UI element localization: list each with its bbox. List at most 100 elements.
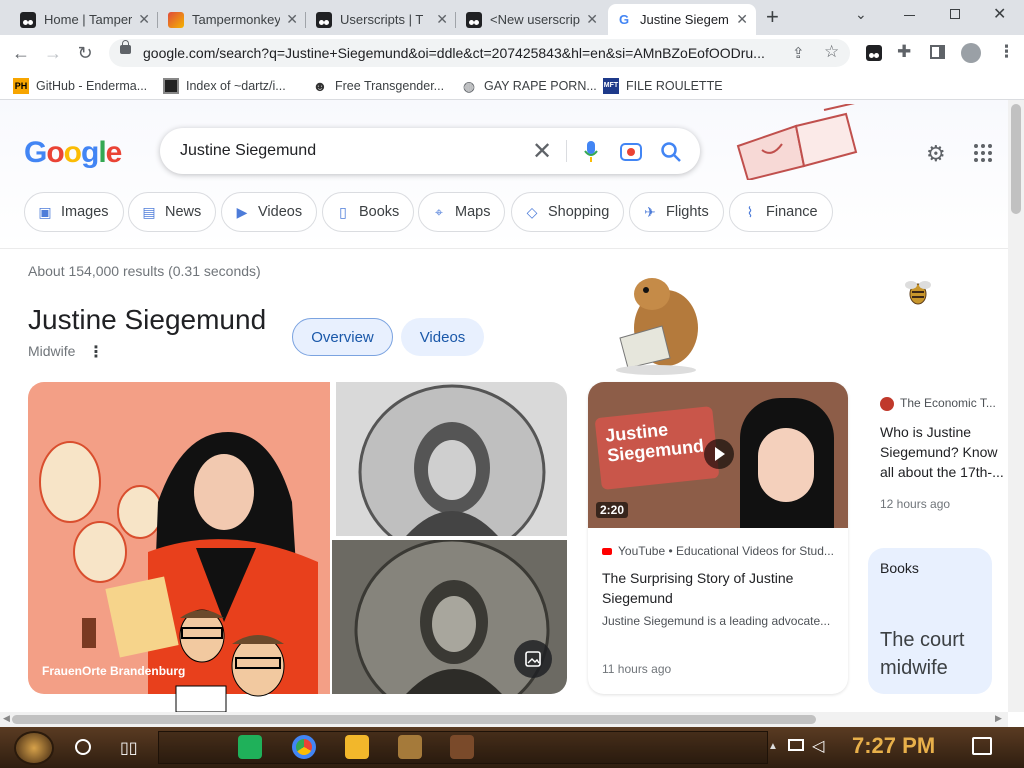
taskbar-clock[interactable]: 7:27 PM [852,733,935,759]
close-tab-icon[interactable]: ✕ [736,11,748,28]
bookmark-star-icon[interactable]: ☆ [824,42,839,62]
scrollbar-thumb[interactable] [1011,104,1021,214]
page-horizontal-scrollbar[interactable]: ◀ ▶ [0,712,1008,727]
map-pin-icon: ⌖ [435,204,443,220]
tab-videos[interactable]: Videos [401,318,484,356]
volume-muted-icon[interactable]: ◁ [812,736,824,756]
bookmark-file-roulette[interactable]: MFT FILE ROULETTE [603,76,723,96]
forward-button[interactable]: → [40,40,66,66]
books-card[interactable]: Books The court midwife [868,548,992,694]
settings-gear-icon[interactable]: ⚙ [926,141,950,166]
start-button[interactable] [14,731,54,765]
close-tab-icon[interactable]: ✕ [586,11,598,28]
video-title[interactable]: The Surprising Story of Justine Siegemun… [602,568,836,608]
minimize-button[interactable] [904,15,915,16]
tab-home-tampermonkey[interactable]: Home | Tamper ✕ [12,4,158,35]
image-search-button[interactable] [514,640,552,678]
pinned-app-icon[interactable] [450,735,474,759]
task-view-icon[interactable]: ▯▯ [120,738,138,758]
video-thumbnail[interactable]: Justine Siegemund 2:20 [588,382,848,528]
tab-userscripts[interactable]: Userscripts | T ✕ [308,4,456,35]
address-bar[interactable]: google.com/search?q=Justine+Siegemund&oi… [109,39,850,67]
google-apps-grid-icon[interactable] [974,144,992,162]
filter-chip-flights[interactable]: ✈ Flights [629,192,724,232]
image-icon [525,651,541,667]
extensions-puzzle-icon[interactable]: ✚ [897,42,911,62]
lock-icon[interactable] [120,40,131,54]
books-heading: Books [880,560,919,576]
video-icon: ▶ [236,204,248,220]
show-hidden-icons-icon[interactable]: ▲ [768,741,778,752]
back-button[interactable]: ← [8,40,34,66]
tab-overview[interactable]: Overview [292,318,393,356]
voice-search-icon[interactable] [584,141,598,163]
google-icon: G [616,11,632,28]
reload-button[interactable]: ↻ [72,40,98,66]
filter-chip-maps[interactable]: ⌖ Maps [418,192,506,232]
close-tab-icon[interactable]: ✕ [286,11,298,28]
new-tab-button[interactable]: + [766,4,779,30]
bookmark-index-dartz[interactable]: Index of ~dartz/i... [163,76,286,96]
news-result-card[interactable]: The Economic T... Who is Justine Siegemu… [868,382,1008,526]
chrome-app-icon[interactable] [292,735,316,759]
bookmark-gay-rape-porn[interactable]: ◍ GAY RAPE PORN... [461,76,597,96]
book-title[interactable]: The court midwife [880,626,990,682]
network-icon[interactable] [788,739,804,751]
video-timestamp: 11 hours ago [602,662,672,676]
filter-chip-images[interactable]: ▣ Images [24,192,124,232]
search-box[interactable]: Justine Siegemund ✕ [160,128,700,174]
play-icon[interactable] [704,439,734,469]
engraving-portrait-top[interactable] [336,382,567,536]
news-title[interactable]: Who is Justine Siegemund? Know all about… [880,422,1008,482]
page-vertical-scrollbar[interactable] [1008,100,1024,712]
search-icon[interactable] [660,141,682,163]
scroll-left-arrow-icon[interactable]: ◀ [3,713,10,724]
filter-chip-books[interactable]: ▯ Books [322,192,415,232]
filter-chip-videos[interactable]: ▶ Videos [221,192,318,232]
file-explorer-icon[interactable] [345,735,369,759]
tampermonkey-icon [20,11,36,28]
filter-chip-finance[interactable]: ⌇ Finance [729,192,833,232]
sheets-app-icon[interactable] [238,735,262,759]
bee-sticker-illustration [905,281,931,305]
chip-label: Maps [455,204,491,220]
search-query[interactable]: Justine Siegemund [180,142,316,160]
close-tab-icon[interactable]: ✕ [138,11,150,28]
mask-icon: ☻ [312,78,328,94]
more-options-icon[interactable]: ⋮ [88,342,104,362]
video-result-card[interactable]: Justine Siegemund 2:20 YouTube • Educati… [588,382,848,694]
share-icon[interactable]: ⇪ [792,44,805,62]
bookmark-github[interactable]: PH GitHub - Enderma... [13,76,147,96]
profile-avatar-icon[interactable] [961,43,981,63]
close-tab-icon[interactable]: ✕ [436,11,448,28]
filter-chip-news[interactable]: ▤ News [128,192,217,232]
side-panel-icon[interactable] [930,45,945,59]
tab-google-search[interactable]: G Justine Siegem ✕ [608,4,756,35]
news-timestamp: 12 hours ago [880,497,951,511]
tab-tampermonkey[interactable]: Tampermonkey ✕ [160,4,306,35]
close-window-button[interactable]: ✕ [993,4,1006,24]
clear-search-icon[interactable]: ✕ [532,137,552,166]
tab-new-userscript[interactable]: <New userscrip ✕ [458,4,606,35]
book-icon: ▯ [339,204,347,220]
scroll-right-arrow-icon[interactable]: ▶ [995,713,1002,724]
lens-search-icon[interactable] [620,141,642,161]
tampermonkey-extension-icon[interactable] [866,45,882,61]
search-divider [566,140,567,162]
filter-chip-shopping[interactable]: ◇ Shopping [511,192,625,232]
chip-label: Finance [766,204,818,220]
google-logo[interactable]: Google [24,136,122,170]
tampermonkey-icon [168,11,184,28]
pinned-app-icon[interactable] [398,735,422,759]
scrollbar-thumb[interactable] [12,715,816,724]
restore-button[interactable] [950,9,960,19]
tab-search-icon[interactable]: ⌄ [855,6,867,23]
knowledge-panel-title: Justine Siegemund [28,304,267,335]
bookmark-label: GitHub - Enderma... [36,79,148,93]
bookmark-free-transgender[interactable]: ☻ Free Transgender... [312,76,444,96]
cortana-search-icon[interactable] [75,739,91,755]
browser-menu-icon[interactable]: ⋮ [998,42,1015,62]
notifications-icon[interactable] [972,737,992,755]
browser-toolbar: ← → ↻ google.com/search?q=Justine+Siegem… [0,35,1024,71]
video-source: YouTube • Educational Videos for Stud... [602,544,834,558]
